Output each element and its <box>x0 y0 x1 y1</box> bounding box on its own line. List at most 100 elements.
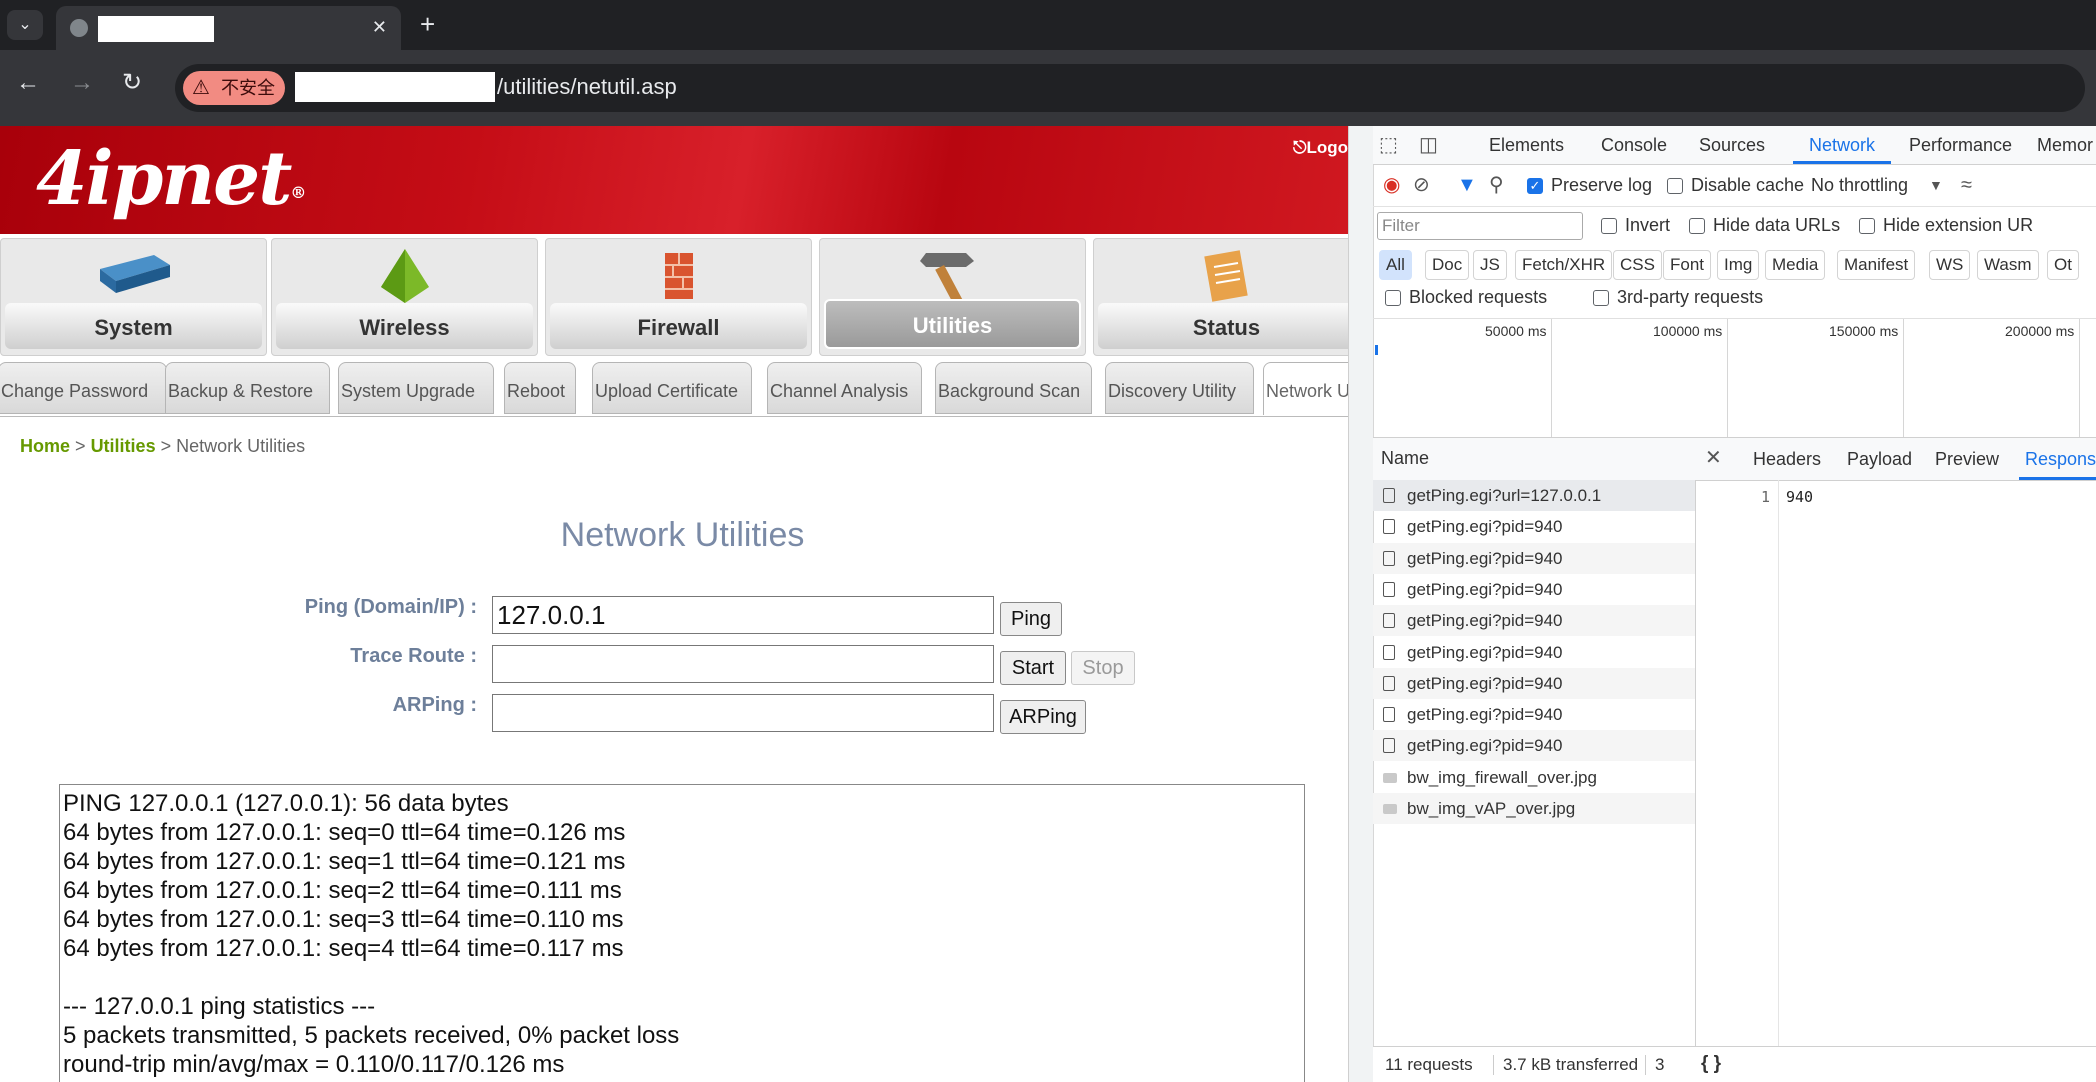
request-row[interactable]: getPing.egi?pid=940 <box>1373 730 1695 762</box>
request-row[interactable]: getPing.egi?pid=940 <box>1373 667 1695 699</box>
response-pane[interactable]: 1 940 <box>1696 480 2096 1046</box>
tab-channel-analysis[interactable]: Channel Analysis <box>767 362 922 414</box>
reload-icon[interactable]: ↻ <box>122 68 142 98</box>
tab-headers[interactable]: Headers <box>1753 440 1821 478</box>
trace-start-button[interactable]: Start <box>1000 651 1066 685</box>
request-row[interactable]: bw_img_firewall_over.jpg <box>1373 762 1695 793</box>
arping-button[interactable]: ARPing <box>1000 700 1086 734</box>
tab-preview[interactable]: Preview <box>1935 440 1999 478</box>
hide-data-urls-checkbox[interactable] <box>1689 218 1705 234</box>
close-icon[interactable]: ✕ <box>1705 446 1722 470</box>
nav-firewall[interactable]: Firewall <box>545 238 812 356</box>
tab-elements[interactable]: Elements <box>1489 126 1564 164</box>
request-row[interactable]: getPing.egi?pid=940 <box>1373 605 1695 637</box>
tab-background-scan[interactable]: Background Scan <box>935 362 1092 414</box>
inspect-element-icon[interactable]: ⬚ <box>1379 133 1398 157</box>
nav-status[interactable]: Status <box>1093 238 1348 356</box>
tab-console[interactable]: Console <box>1601 126 1667 164</box>
chip-doc[interactable]: Doc <box>1425 250 1470 280</box>
device-toolbar-icon[interactable]: ◫ <box>1419 133 1438 157</box>
chip-other[interactable]: Ot <box>2047 250 2079 280</box>
filter-icon[interactable]: ▼ <box>1457 173 1477 197</box>
result-output[interactable]: PING 127.0.0.1 (127.0.0.1): 56 data byte… <box>59 784 1305 1082</box>
nav-wireless[interactable]: Wireless <box>271 238 538 356</box>
nav-label: Utilities <box>824 299 1081 349</box>
response-body[interactable]: 940 <box>1786 488 1813 506</box>
nav-utilities[interactable]: Utilities <box>819 238 1086 356</box>
breadcrumb-home[interactable]: Home <box>20 436 70 456</box>
timeline-label: 150000 ms <box>1829 323 1899 339</box>
third-party-checkbox[interactable] <box>1593 290 1609 306</box>
ping-button[interactable]: Ping <box>1000 602 1062 636</box>
chip-fetch-xhr[interactable]: Fetch/XHR <box>1515 250 1613 280</box>
tab-change-password[interactable]: Change Password <box>0 362 167 414</box>
chevron-down-icon[interactable]: ▼ <box>1929 173 1943 197</box>
browser-tab[interactable]: ✕ <box>56 6 401 50</box>
tab-sources[interactable]: Sources <box>1699 126 1765 164</box>
chip-manifest[interactable]: Manifest <box>1837 250 1916 280</box>
filter-input[interactable]: Filter <box>1377 212 1583 240</box>
ping-input[interactable]: 127.0.0.1 <box>492 596 994 634</box>
address-bar[interactable]: ⚠ 不安全 /utilities/netutil.asp <box>175 64 2085 112</box>
name-column-header[interactable]: Name <box>1381 448 1429 469</box>
tab-system-upgrade[interactable]: System Upgrade <box>338 362 494 414</box>
url-path[interactable]: /utilities/netutil.asp <box>497 72 677 102</box>
request-list: getPing.egi?url=127.0.0.1 getPing.egi?pid… <box>1373 480 1696 1046</box>
throttling-select[interactable]: No throttling <box>1811 175 1908 196</box>
disable-cache-checkbox[interactable] <box>1667 178 1683 194</box>
search-icon[interactable]: ⚲ <box>1489 173 1504 197</box>
request-row[interactable]: getPing.egi?pid=940 <box>1373 699 1695 730</box>
request-row[interactable]: getPing.egi?pid=940 <box>1373 637 1695 668</box>
request-name: getPing.egi?pid=940 <box>1407 548 1563 568</box>
request-row[interactable]: getPing.egi?url=127.0.0.1 <box>1373 480 1695 511</box>
chip-css[interactable]: CSS <box>1613 250 1662 280</box>
back-arrow-icon[interactable]: ← <box>16 68 40 98</box>
security-chip[interactable]: ⚠ 不安全 <box>183 71 285 105</box>
forward-arrow-icon[interactable]: → <box>70 68 94 98</box>
tab-backup-restore[interactable]: Backup & Restore <box>165 362 330 414</box>
request-name: getPing.egi?pid=940 <box>1407 736 1563 756</box>
clear-icon[interactable]: ⊘ <box>1413 173 1430 197</box>
breadcrumb-utilities[interactable]: Utilities <box>91 436 156 456</box>
devtools-resize-gutter[interactable] <box>1349 126 1374 1082</box>
request-row[interactable]: bw_img_vAP_over.jpg <box>1373 793 1695 824</box>
tab-upload-certificate[interactable]: Upload Certificate <box>592 362 752 414</box>
timeline-marker <box>1375 345 1378 355</box>
chip-js[interactable]: JS <box>1473 250 1507 280</box>
tab-network-utilities[interactable]: Network U <box>1263 362 1348 415</box>
blocked-requests-checkbox[interactable] <box>1385 290 1401 306</box>
timeline-overview[interactable]: 50000 ms 100000 ms 150000 ms 200000 ms <box>1373 318 2096 438</box>
chip-ws[interactable]: WS <box>1929 250 1971 280</box>
chip-wasm[interactable]: Wasm <box>1977 250 2039 280</box>
request-row[interactable]: getPing.egi?pid=940 <box>1373 542 1695 574</box>
chip-img[interactable]: Img <box>1717 250 1760 280</box>
tab-performance[interactable]: Performance <box>1909 126 2012 164</box>
trace-stop-button[interactable]: Stop <box>1071 651 1135 685</box>
arping-input[interactable] <box>492 694 994 732</box>
new-tab-button[interactable]: + <box>420 8 435 40</box>
tab-payload[interactable]: Payload <box>1847 440 1912 478</box>
tab-discovery-utility[interactable]: Discovery Utility <box>1105 362 1254 414</box>
nav-system[interactable]: System <box>0 238 267 356</box>
chip-all[interactable]: All <box>1379 250 1412 280</box>
pretty-print-icon[interactable]: { } <box>1701 1053 1721 1075</box>
tab-memory[interactable]: Memor <box>2037 126 2093 164</box>
tab-network[interactable]: Network <box>1793 126 1891 164</box>
main-nav: System Wireless Firewall Utilities Statu… <box>0 238 1348 358</box>
trace-route-input[interactable] <box>492 645 994 683</box>
record-stop-icon[interactable]: ◉ <box>1383 173 1400 197</box>
tab-reboot[interactable]: Reboot <box>504 362 576 414</box>
close-icon[interactable]: ✕ <box>372 16 387 38</box>
logout-link[interactable]: ⎋Logo <box>1293 138 1348 158</box>
tab-response[interactable]: Respons <box>2019 440 2096 480</box>
hide-extension-urls-checkbox[interactable] <box>1859 218 1875 234</box>
request-row[interactable]: getPing.egi?pid=940 <box>1373 574 1695 605</box>
request-row[interactable]: getPing.egi?pid=940 <box>1373 511 1695 542</box>
chip-media[interactable]: Media <box>1765 250 1826 280</box>
invert-checkbox[interactable] <box>1601 218 1617 234</box>
document-file-icon <box>1383 707 1395 723</box>
chip-font[interactable]: Font <box>1663 250 1712 280</box>
preserve-log-checkbox[interactable]: ✓ <box>1527 178 1543 194</box>
tab-search-button[interactable]: ⌄ <box>7 10 43 40</box>
network-conditions-icon[interactable]: ≈ <box>1961 173 1972 197</box>
